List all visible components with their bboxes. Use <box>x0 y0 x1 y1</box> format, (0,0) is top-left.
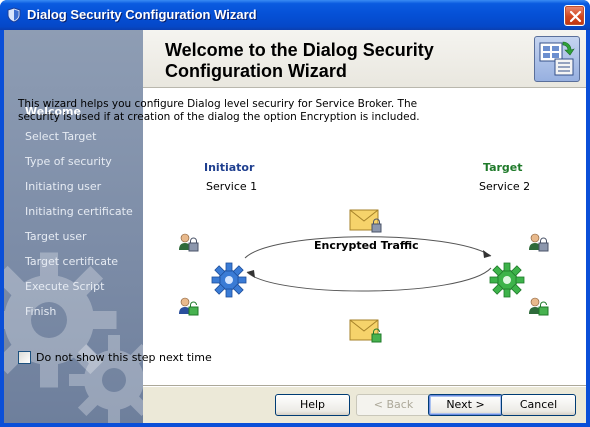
wizard-config-icon <box>534 36 580 82</box>
button-bar: Help < Back Next > Cancel <box>143 386 586 423</box>
step-initiating-certificate[interactable]: Initiating certificate <box>4 204 143 229</box>
gear-decoration-icon <box>69 335 143 423</box>
initiator-service-icon <box>211 262 247 298</box>
help-button[interactable]: Help <box>275 394 350 416</box>
step-target-certificate[interactable]: Target certificate <box>4 254 143 279</box>
target-user-lock-icon <box>529 233 549 252</box>
step-finish[interactable]: Finish <box>4 304 143 329</box>
step-type-of-security[interactable]: Type of security <box>4 154 143 179</box>
step-select-target[interactable]: Select Target <box>4 129 143 154</box>
dont-show-checkbox[interactable] <box>18 351 31 364</box>
target-user-unlock-icon <box>529 297 549 316</box>
step-initiating-user[interactable]: Initiating user <box>4 179 143 204</box>
initiator-user-unlock-icon <box>179 297 199 316</box>
back-button[interactable]: < Back <box>356 394 431 416</box>
initiator-user-lock-icon <box>179 233 199 252</box>
wizard-header: Welcome to the Dialog Security Configura… <box>143 30 586 88</box>
title-bar[interactable]: Dialog Security Configuration Wizard <box>0 0 590 30</box>
window-title: Dialog Security Configuration Wizard <box>27 7 257 22</box>
wizard-steps-nav: Welcome Select Target Type of security I… <box>4 104 143 329</box>
close-button[interactable] <box>564 5 585 26</box>
close-icon <box>569 10 582 23</box>
wizard-client-area: Welcome Select Target Type of security I… <box>4 30 586 423</box>
cancel-button[interactable]: Cancel <box>501 394 576 416</box>
wizard-sidebar: Welcome Select Target Type of security I… <box>4 30 143 423</box>
next-button[interactable]: Next > <box>428 394 503 416</box>
dont-show-label[interactable]: Do not show this step next time <box>36 351 212 364</box>
page-title: Welcome to the Dialog Security Configura… <box>165 40 434 81</box>
shield-icon <box>7 7 21 23</box>
security-diagram: Initiator Target Service 1 Service 2 Enc… <box>143 150 586 350</box>
wizard-description: This wizard helps you configure Dialog l… <box>18 98 420 123</box>
unlocked-envelope-icon <box>349 319 382 343</box>
locked-envelope-icon <box>349 209 382 233</box>
step-execute-script[interactable]: Execute Script <box>4 279 143 304</box>
step-target-user[interactable]: Target user <box>4 229 143 254</box>
wizard-window: Dialog Security Configuration Wizard Wel… <box>0 0 590 427</box>
encrypted-traffic-label: Encrypted Traffic <box>314 239 419 252</box>
target-service-icon <box>489 262 525 298</box>
